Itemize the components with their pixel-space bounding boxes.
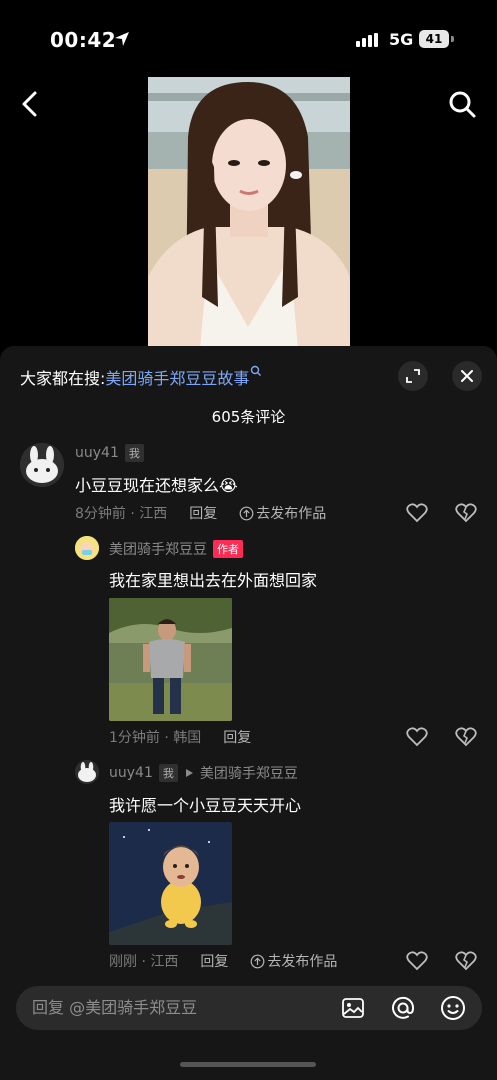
hot-search-banner[interactable]: 大家都在搜:美团骑手郑豆豆故事 <box>20 365 262 389</box>
like-heart-icon[interactable] <box>406 727 428 747</box>
like-heart-icon[interactable] <box>406 951 428 971</box>
avatar[interactable] <box>75 536 99 560</box>
search-small-icon <box>251 365 262 376</box>
comment-text: 我在家里想出去在外面想回家 <box>109 571 318 590</box>
upload-circle-icon <box>239 506 254 520</box>
comment-image[interactable] <box>109 822 232 945</box>
comment-username[interactable]: uuy41 <box>109 765 153 781</box>
video-frame-image <box>148 77 350 349</box>
dislike-broken-heart-icon[interactable] <box>455 727 477 747</box>
author-tag: 作者 <box>213 540 243 558</box>
author-avatar-icon <box>75 536 99 560</box>
reply-button[interactable]: 回复 <box>200 951 228 971</box>
comment-username[interactable]: 美团骑手郑豆豆 <box>109 539 207 559</box>
home-indicator <box>180 1062 316 1067</box>
comment-meta: 刚刚 · 江西 <box>109 954 179 970</box>
mention-icon[interactable] <box>390 995 416 1021</box>
close-button[interactable] <box>452 361 482 391</box>
search-icon[interactable] <box>446 88 478 120</box>
like-heart-icon[interactable] <box>406 503 428 523</box>
network-type: 5G <box>389 30 414 49</box>
image-picker-icon[interactable] <box>341 996 365 1020</box>
comment-text: 小豆豆现在还想家么😭 <box>75 476 238 495</box>
reply-to-username[interactable]: 美团骑手郑豆豆 <box>200 763 298 783</box>
avatar[interactable] <box>75 760 99 784</box>
avatar[interactable] <box>20 443 64 487</box>
hot-search-prefix: 大家都在搜: <box>20 369 106 388</box>
comment-username[interactable]: uuy41 <box>75 445 119 461</box>
post-work-button[interactable]: 去发布作品 <box>250 951 337 971</box>
self-tag: 我 <box>124 444 144 462</box>
hot-search-query[interactable]: 美团骑手郑豆豆故事 <box>105 369 249 388</box>
post-work-label: 去发布作品 <box>256 506 327 522</box>
play-arrow-icon <box>185 769 193 777</box>
reply-button[interactable]: 回复 <box>223 727 251 747</box>
battery-nub <box>451 36 454 42</box>
post-work-button[interactable]: 去发布作品 <box>239 503 326 523</box>
rabbit-avatar-icon <box>75 760 99 784</box>
location-arrow-icon <box>115 32 129 46</box>
signal-icon <box>356 33 378 47</box>
video-player[interactable] <box>148 77 350 349</box>
man-in-field-image <box>109 598 232 721</box>
upload-circle-icon <box>250 954 265 968</box>
dislike-broken-heart-icon[interactable] <box>455 951 477 971</box>
battery-icon: 41 <box>419 30 449 48</box>
dislike-broken-heart-icon[interactable] <box>455 503 477 523</box>
battery-level: 41 <box>425 32 443 46</box>
expand-icon <box>406 369 420 383</box>
expand-button[interactable] <box>398 361 428 391</box>
reply-button[interactable]: 回复 <box>189 503 217 523</box>
meme-kid-night-image <box>109 822 232 945</box>
comment-meta: 1分钟前 · 韩国 <box>109 730 202 746</box>
self-tag: 我 <box>158 764 178 782</box>
status-time: 00:42 <box>50 28 117 52</box>
close-icon <box>461 370 473 382</box>
comment-count: 605条评论 <box>211 408 286 426</box>
comment-image[interactable] <box>109 598 232 721</box>
comment-text: 我许愿一个小豆豆天天开心 <box>109 796 302 815</box>
rabbit-avatar-icon <box>20 443 64 487</box>
reply-input[interactable] <box>32 998 282 1017</box>
comment-meta: 8分钟前 · 江西 <box>75 506 168 522</box>
back-icon[interactable] <box>16 88 44 120</box>
post-work-label: 去发布作品 <box>267 954 338 970</box>
emoji-icon[interactable] <box>440 995 466 1021</box>
